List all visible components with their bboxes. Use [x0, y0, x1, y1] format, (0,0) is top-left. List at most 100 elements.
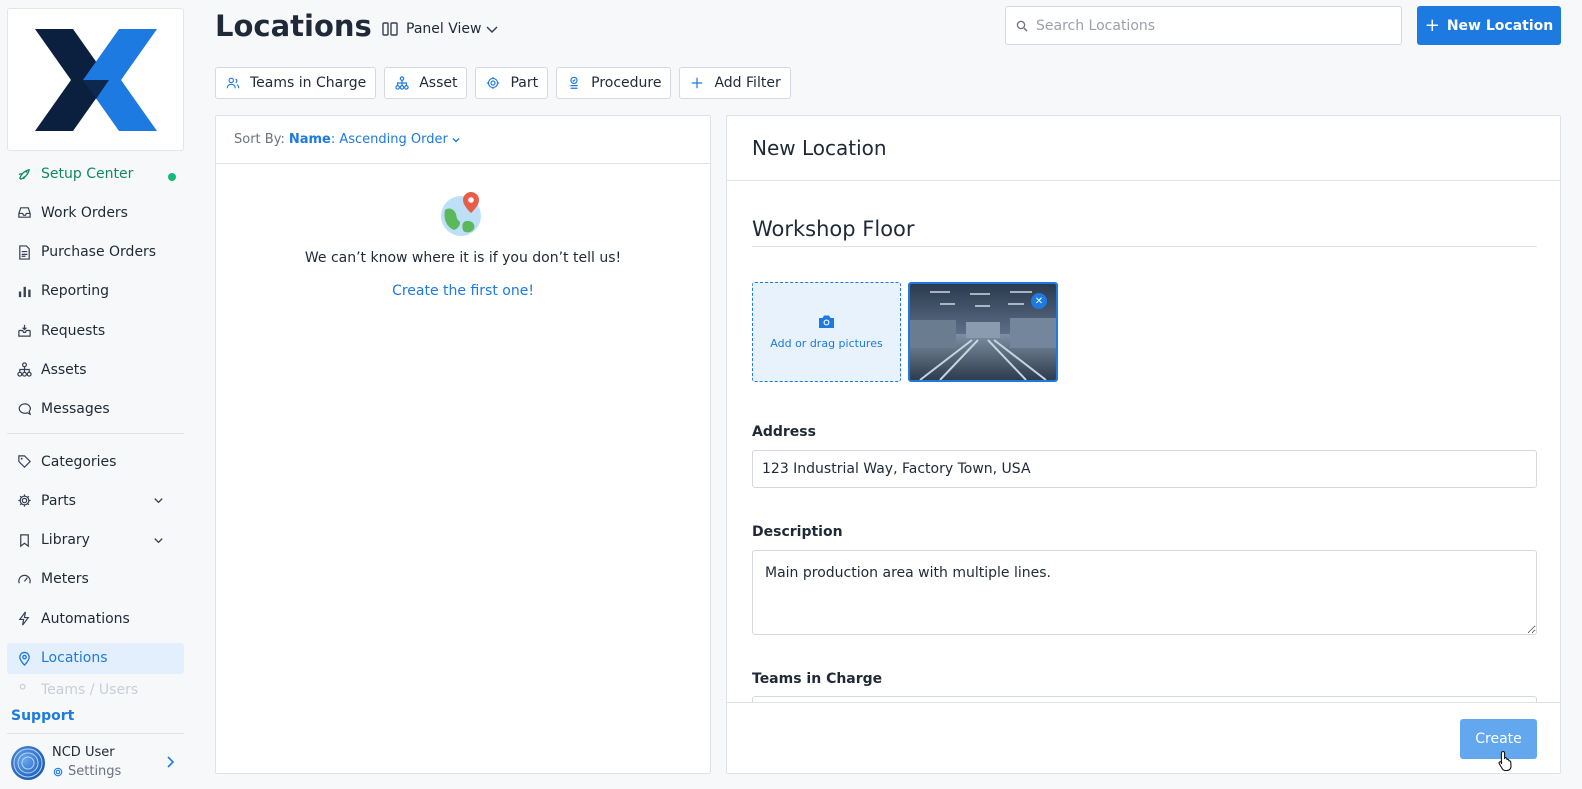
- empty-state-text: We can’t know where it is if you don’t t…: [304, 250, 622, 266]
- sidebar-item-teams-users[interactable]: Teams / Users: [7, 682, 184, 696]
- form-title: New Location: [727, 116, 1560, 181]
- sidebar-item-messages[interactable]: Messages: [7, 394, 184, 425]
- globe-pin-icon: [441, 192, 481, 236]
- sort-order-toggle[interactable]: Ascending Order: [339, 132, 460, 147]
- user-divider: [7, 733, 184, 734]
- status-dot: [168, 173, 176, 181]
- user-menu[interactable]: NCD User Settings: [11, 744, 183, 780]
- uploader-label: Add or drag pictures: [770, 337, 883, 350]
- filter-label: Procedure: [591, 75, 662, 91]
- sidebar-item-reporting[interactable]: Reporting: [7, 276, 184, 307]
- sidebar-item-label: Library: [41, 532, 90, 549]
- sort-separator: :: [330, 132, 340, 147]
- sort-order-label: Ascending Order: [339, 132, 448, 147]
- users-icon: [226, 77, 240, 89]
- tag-icon: [18, 455, 31, 469]
- bar-chart-icon: [18, 286, 31, 298]
- app-logo[interactable]: [7, 8, 184, 151]
- address-label: Address: [752, 424, 816, 440]
- sidebar-item-requests[interactable]: Requests: [7, 315, 184, 346]
- gauge-icon: [18, 574, 31, 584]
- location-list-panel: Sort By: Name : Ascending Order We can’t…: [215, 115, 711, 774]
- search-icon: [1016, 20, 1028, 31]
- lightning-icon: [18, 611, 30, 626]
- sidebar-item-label: Reporting: [41, 283, 110, 300]
- procedure-icon: [570, 76, 578, 89]
- plus-icon: +: [1424, 15, 1440, 36]
- sidebar-item-label: Parts: [41, 492, 76, 509]
- filter-label: Part: [510, 75, 539, 91]
- sidebar-item-label: Categories: [41, 453, 117, 470]
- add-filter-button[interactable]: Add Filter: [679, 67, 791, 99]
- sidebar-item-label: Messages: [41, 401, 110, 418]
- sidebar-item-purchase-orders[interactable]: Purchase Orders: [7, 237, 184, 268]
- description-textarea[interactable]: Main production area with multiple lines…: [752, 550, 1537, 635]
- user-settings-link[interactable]: Settings: [52, 764, 121, 779]
- sidebar-item-setup-center[interactable]: Setup Center: [7, 158, 184, 189]
- sidebar-item-label: Teams / Users: [41, 681, 139, 696]
- chevron-down-icon[interactable]: [152, 494, 165, 507]
- remove-picture-button[interactable]: ✕: [1031, 293, 1047, 309]
- user-name: NCD User: [52, 745, 115, 760]
- chevron-down-icon[interactable]: [152, 534, 165, 547]
- chevron-down-icon: [452, 137, 460, 142]
- sidebar-item-automations[interactable]: Automations: [7, 603, 184, 634]
- create-first-link[interactable]: Create the first one!: [216, 283, 710, 299]
- camera-icon: [819, 315, 834, 328]
- tray-icon: [18, 325, 31, 337]
- sidebar-item-meters[interactable]: Meters: [7, 564, 184, 595]
- sidebar-item-parts[interactable]: Parts: [7, 485, 184, 516]
- sidebar: Setup Center Work Orders Purchase Orders…: [0, 0, 199, 789]
- chevron-down-icon: [486, 26, 498, 34]
- form-footer: Create: [727, 702, 1560, 773]
- sidebar-item-label: Automations: [41, 610, 130, 627]
- map-pin-icon: [19, 651, 30, 666]
- view-toggle[interactable]: Panel View: [381, 20, 499, 38]
- sidebar-item-locations[interactable]: Locations: [7, 642, 184, 674]
- picture-thumbnail[interactable]: ✕: [908, 282, 1058, 382]
- address-input[interactable]: [752, 450, 1537, 488]
- search-box[interactable]: [1005, 6, 1402, 45]
- filter-bar: Teams in Charge Asset Part Procedure Add…: [215, 67, 799, 99]
- filter-part[interactable]: Part: [475, 67, 549, 99]
- sort-field[interactable]: Name: [289, 132, 331, 147]
- hand-cursor-icon: [1498, 750, 1512, 772]
- sidebar-item-label: Locations: [41, 650, 108, 667]
- sort-prefix: Sort By:: [234, 132, 285, 147]
- new-location-button[interactable]: + New Location: [1417, 6, 1561, 45]
- sidebar-item-label: Setup Center: [41, 165, 134, 182]
- sidebar-item-label: Purchase Orders: [41, 244, 157, 261]
- filter-procedure[interactable]: Procedure: [556, 67, 672, 99]
- teams-in-charge-label: Teams in Charge: [752, 671, 883, 687]
- sidebar-item-assets[interactable]: Assets: [7, 354, 184, 385]
- users-icon: [19, 683, 26, 690]
- sidebar-item-categories[interactable]: Categories: [7, 446, 184, 477]
- chevron-right-icon[interactable]: [163, 755, 177, 769]
- new-location-form: New Location Add or drag pictures: [726, 115, 1561, 774]
- search-input[interactable]: [1036, 17, 1376, 34]
- description-label: Description: [752, 524, 843, 540]
- chat-icon: [18, 403, 32, 416]
- location-name-input[interactable]: [752, 211, 1537, 247]
- plus-icon: [692, 77, 703, 89]
- new-location-label: New Location: [1446, 17, 1554, 34]
- picture-uploader[interactable]: Add or drag pictures: [752, 282, 901, 382]
- nav-divider: [7, 433, 184, 435]
- sidebar-item-label: Meters: [41, 571, 89, 588]
- filter-asset[interactable]: Asset: [384, 67, 468, 99]
- view-toggle-label: Panel View: [406, 21, 482, 37]
- sidebar-item-label: Assets: [41, 361, 87, 378]
- filter-label: Asset: [419, 75, 458, 91]
- user-settings-label: Settings: [68, 764, 122, 779]
- page-title: Locations: [215, 9, 372, 43]
- gear-icon: [487, 76, 500, 90]
- filter-teams-in-charge[interactable]: Teams in Charge: [215, 67, 377, 99]
- gear-icon: [53, 767, 63, 776]
- support-link[interactable]: Support: [11, 708, 74, 724]
- sidebar-item-label: Work Orders: [41, 204, 128, 221]
- sidebar-item-work-orders[interactable]: Work Orders: [7, 197, 184, 228]
- logo-x-icon: [34, 28, 157, 131]
- rocket-icon: [18, 169, 30, 180]
- hierarchy-icon: [17, 362, 32, 378]
- sidebar-item-library[interactable]: Library: [7, 525, 184, 556]
